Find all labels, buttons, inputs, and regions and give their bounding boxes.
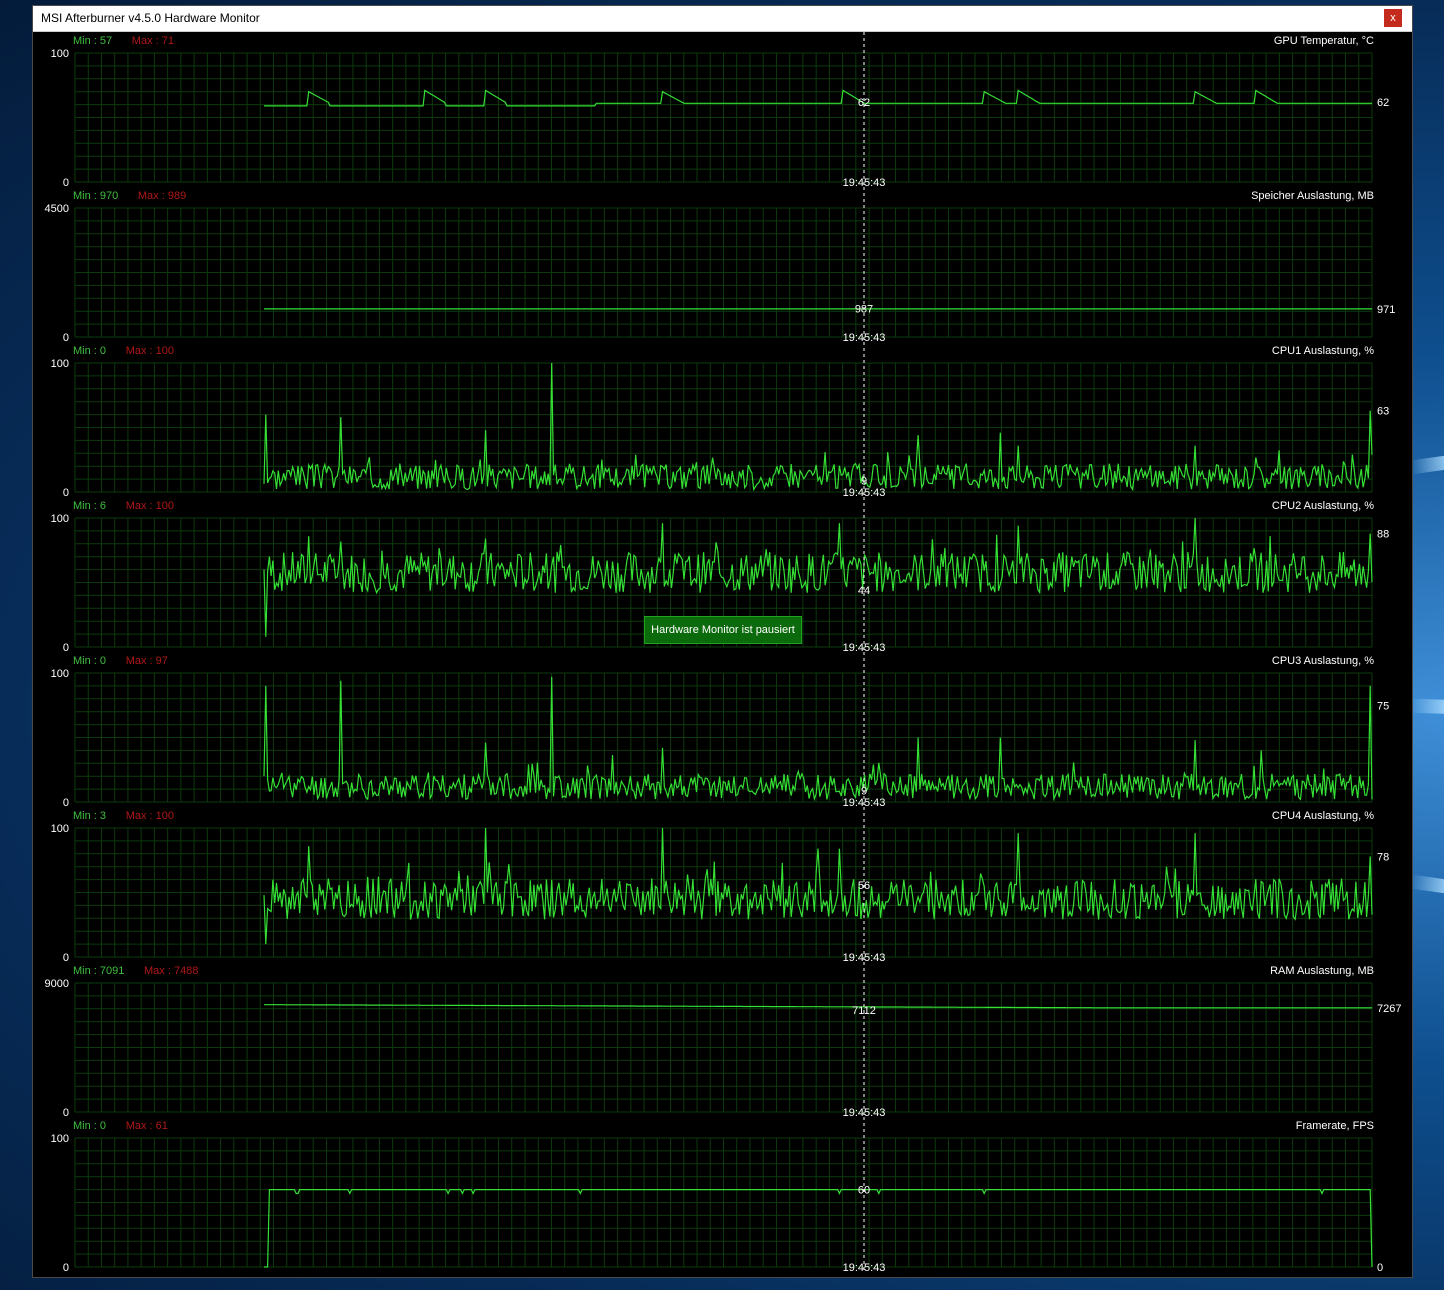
current-value-label: 78 bbox=[1377, 851, 1389, 863]
graph-panel[interactable]: Min : 3 Max : 100 CPU4 Auslastung, % 100 0 19… bbox=[33, 807, 1414, 964]
window-title: MSI Afterburner v4.5.0 Hardware Monitor bbox=[41, 11, 260, 25]
graph-title: CPU4 Auslastung, % bbox=[1272, 810, 1374, 822]
graph-panel[interactable]: Min : 0 Max : 100 CPU1 Auslastung, % 100 0 19… bbox=[33, 342, 1414, 499]
cursor-value-label: 62 bbox=[858, 97, 870, 109]
current-value-label: 7267 bbox=[1377, 1003, 1401, 1015]
min-label: Min : 0 bbox=[73, 655, 106, 667]
y-axis-top-label: 100 bbox=[51, 823, 69, 835]
close-button[interactable]: x bbox=[1384, 9, 1402, 27]
graph-svg: Min : 0 Max : 97 CPU3 Auslastung, %1000 19:… bbox=[51, 652, 1389, 809]
cursor-value-label: 9 bbox=[861, 475, 867, 487]
current-value-label: 63 bbox=[1377, 406, 1389, 418]
cursor-value-label: 987 bbox=[855, 304, 873, 316]
cursor-time-label: 19:45:43 bbox=[843, 1262, 886, 1274]
y-axis-top-label: 100 bbox=[51, 668, 69, 680]
y-axis-top-label: 100 bbox=[51, 48, 69, 60]
current-value-label: 62 bbox=[1377, 97, 1389, 109]
graph-title: GPU Temperatur, °C bbox=[1274, 35, 1374, 47]
cursor-value-label: 44 bbox=[858, 585, 870, 597]
graph-svg: Min : 0 Max : 61 Framerate, FPS 100 0 19:45:4… bbox=[51, 1117, 1383, 1274]
title-bar[interactable]: MSI Afterburner v4.5.0 Hardware Monitor … bbox=[33, 6, 1412, 32]
grid bbox=[74, 362, 1373, 493]
cursor-value-label: 7112 bbox=[852, 1005, 876, 1017]
y-axis-top-label: 100 bbox=[51, 1133, 69, 1145]
graph-svg: Min : 7091 Max : 7488 RAM Auslastung, MB 90… bbox=[45, 962, 1401, 1119]
cursor-value-label: 56 bbox=[858, 880, 870, 892]
graph-svg: Min : 57 Max : 71 GPU Temperatur, °C1000 19… bbox=[51, 32, 1389, 189]
paused-badge: Hardware Monitor ist pausiert bbox=[644, 616, 802, 644]
graph-svg: Min : 3 Max : 100 CPU4 Auslastung, %1000 19… bbox=[51, 807, 1389, 964]
graph-svg: Min : 0 Max : 100 CPU1 Auslastung, %1000 19… bbox=[51, 342, 1389, 499]
graph-title: CPU3 Auslastung, % bbox=[1272, 655, 1374, 667]
graph-panel[interactable]: Min : 57 Max : 71 GPU Temperatur, °C 100 0 19… bbox=[33, 32, 1414, 189]
grid bbox=[74, 52, 1373, 183]
series-line bbox=[263, 517, 1373, 637]
graph-panel[interactable]: Min : 970 Max : 989 Speicher Auslastung, M… bbox=[33, 187, 1414, 344]
graph-title: CPU2 Auslastung, % bbox=[1272, 500, 1374, 512]
min-label: Min : 3 bbox=[73, 810, 106, 822]
series-line bbox=[264, 89, 1372, 107]
graph-title: Framerate, FPS bbox=[1296, 1120, 1374, 1132]
cursor-value-label: 60 bbox=[858, 1185, 870, 1197]
y-axis-top-label: 100 bbox=[51, 358, 69, 370]
max-label: Max : 71 bbox=[132, 35, 174, 47]
graph-panel[interactable]: Min : 0 Max : 97 CPU3 Auslastung, % 100 0 19:… bbox=[33, 652, 1414, 809]
current-value-label: 88 bbox=[1377, 528, 1389, 540]
max-label: Max : 989 bbox=[138, 190, 186, 202]
series-line bbox=[264, 1004, 1372, 1009]
max-label: Max : 61 bbox=[126, 1120, 168, 1132]
cursor-value-label: 9 bbox=[861, 785, 867, 797]
max-label: Max : 100 bbox=[126, 810, 174, 822]
grid bbox=[74, 982, 1373, 1113]
max-label: Max : 7488 bbox=[144, 965, 198, 977]
graph-title: CPU1 Auslastung, % bbox=[1272, 345, 1374, 357]
current-value-label: 0 bbox=[1377, 1262, 1383, 1274]
max-label: Max : 97 bbox=[126, 655, 168, 667]
wallpaper-light-beam bbox=[1409, 698, 1444, 714]
min-label: Min : 7091 bbox=[73, 965, 124, 977]
y-axis-top-label: 9000 bbox=[45, 978, 69, 990]
y-axis-top-label: 100 bbox=[51, 513, 69, 525]
graph-svg: Min : 970 Max : 989 Speicher Auslastung, M… bbox=[45, 187, 1395, 344]
hardware-monitor-window: MSI Afterburner v4.5.0 Hardware Monitor … bbox=[32, 5, 1413, 1278]
graph-title: RAM Auslastung, MB bbox=[1270, 965, 1374, 977]
y-axis-bottom-label: 0 bbox=[63, 1262, 69, 1274]
min-label: Min : 970 bbox=[73, 190, 118, 202]
monitor-graphs[interactable]: Min : 57 Max : 71 GPU Temperatur, °C 100 0 19… bbox=[33, 32, 1414, 1279]
y-axis-top-label: 4500 bbox=[45, 203, 69, 215]
min-label: Min : 0 bbox=[73, 1120, 106, 1132]
current-value-label: 75 bbox=[1377, 700, 1389, 712]
min-label: Min : 0 bbox=[73, 345, 106, 357]
max-label: Max : 100 bbox=[126, 345, 174, 357]
wallpaper-light-beam bbox=[1409, 455, 1444, 475]
series-line bbox=[263, 362, 1373, 492]
min-label: Min : 6 bbox=[73, 500, 106, 512]
max-label: Max : 100 bbox=[126, 500, 174, 512]
wallpaper-light-beam bbox=[1409, 874, 1444, 894]
min-label: Min : 57 bbox=[73, 35, 112, 47]
graph-title: Speicher Auslastung, MB bbox=[1251, 190, 1374, 202]
series-line bbox=[263, 827, 1373, 945]
series-line bbox=[263, 676, 1373, 802]
graph-panel[interactable]: Min : 7091 Max : 7488 RAM Auslastung, MB 90… bbox=[33, 962, 1414, 1119]
grid bbox=[74, 207, 1373, 338]
current-value-label: 971 bbox=[1377, 304, 1395, 316]
graph-panel[interactable]: Min : 0 Max : 61 Framerate, FPS 100 0 19:45:4… bbox=[33, 1117, 1414, 1274]
